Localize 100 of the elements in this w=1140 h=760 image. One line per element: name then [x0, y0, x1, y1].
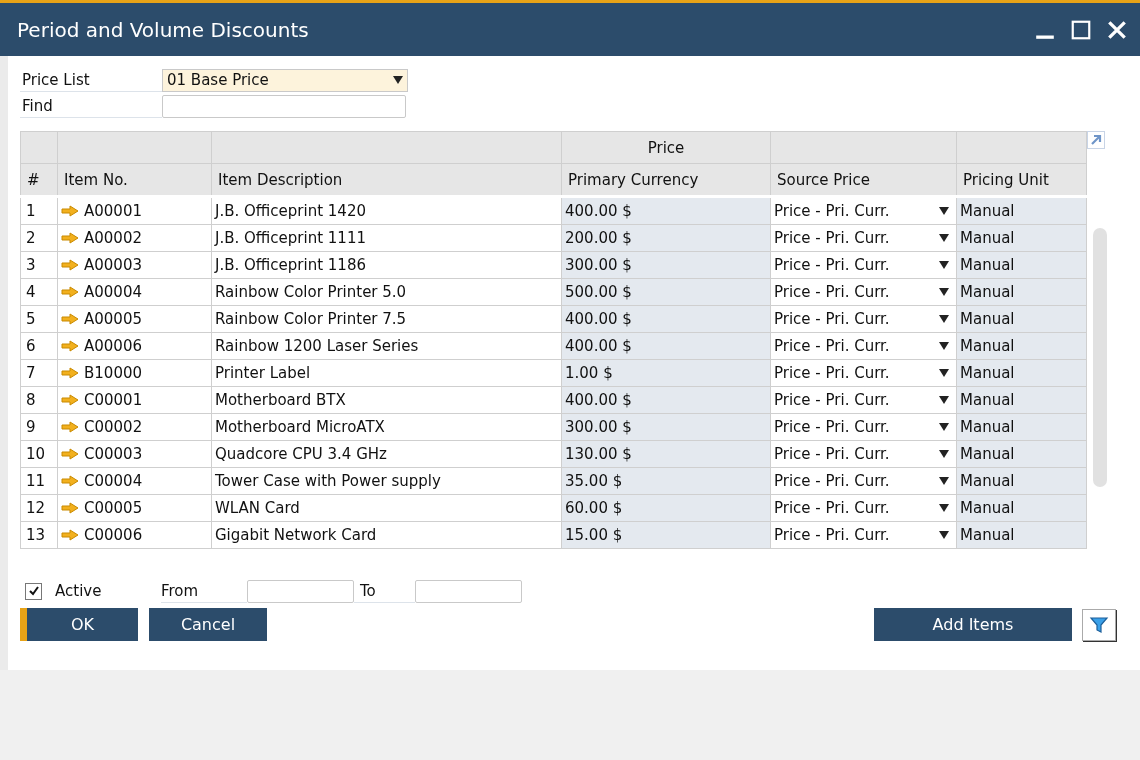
table-cell: J.B. Officeprint 1420	[211, 196, 562, 225]
arrow-icon[interactable]	[61, 340, 79, 352]
price-list-dropdown[interactable]: 01 Base Price	[162, 68, 408, 92]
table-cell: 5	[20, 305, 58, 333]
table-cell: 35.00 $	[561, 467, 771, 495]
arrow-icon[interactable]	[61, 259, 79, 271]
caret-icon	[939, 315, 949, 323]
table-cell: J.B. Officeprint 1111	[211, 224, 562, 252]
arrow-icon[interactable]	[61, 448, 79, 460]
table-cell: 500.00 $	[561, 278, 771, 306]
arrow-icon[interactable]	[61, 205, 79, 217]
table-cell: 15.00 $	[561, 521, 771, 549]
table-cell: Manual	[956, 413, 1087, 441]
table-cell: Manual	[956, 278, 1087, 306]
scrollbar[interactable]	[1093, 228, 1107, 487]
table-cell: Manual	[956, 305, 1087, 333]
table-cell: 9	[20, 413, 58, 441]
table-cell: 300.00 $	[561, 413, 771, 441]
arrow-icon[interactable]	[61, 394, 79, 406]
arrow-icon[interactable]	[61, 313, 79, 325]
column-header: Primary Currency	[568, 170, 699, 189]
to-date-field[interactable]	[415, 579, 522, 603]
caret-icon	[939, 261, 949, 269]
column-header: Source Price	[777, 170, 870, 189]
table-cell: Manual	[956, 494, 1087, 522]
arrow-icon[interactable]	[61, 421, 79, 433]
table-cell: Rainbow Color Printer 7.5	[211, 305, 562, 333]
caret-icon	[939, 234, 949, 242]
table-cell: Manual	[956, 196, 1087, 225]
column-header: Item Description	[218, 170, 343, 189]
table-cell: 200.00 $	[561, 224, 771, 252]
table-cell: A00005	[84, 310, 142, 328]
arrow-icon[interactable]	[61, 286, 79, 298]
table-cell: 400.00 $	[561, 332, 771, 360]
window-title: Period and Volume Discounts	[17, 17, 309, 42]
table-cell: A00006	[84, 337, 142, 355]
active-checkbox[interactable]	[25, 582, 42, 600]
caret-icon	[939, 342, 949, 350]
table-cell: A00003	[84, 256, 142, 274]
table-cell: 12	[20, 494, 58, 522]
table-cell: 11	[20, 467, 58, 495]
table-cell: Rainbow 1200 Laser Series	[211, 332, 562, 360]
table-cell: A00001	[84, 202, 142, 220]
caret-icon	[939, 423, 949, 431]
filter-icon	[1089, 614, 1109, 635]
table-cell: C00001	[84, 391, 143, 409]
table-cell: 400.00 $	[561, 196, 771, 225]
table-cell: Manual	[956, 332, 1087, 360]
table-cell: C00002	[84, 418, 143, 436]
table-cell: Printer Label	[211, 359, 562, 387]
ok-button[interactable]: OK	[20, 608, 138, 641]
close-icon[interactable]	[1106, 18, 1128, 41]
add-items-button[interactable]: Add Items	[874, 608, 1072, 641]
caret-icon	[393, 76, 403, 84]
table-cell: 400.00 $	[561, 305, 771, 333]
table-cell: Quadcore CPU 3.4 GHz	[211, 440, 562, 468]
column-group-header: Price	[647, 138, 685, 157]
column-header: #	[27, 170, 40, 189]
table-cell: Rainbow Color Printer 5.0	[211, 278, 562, 306]
arrow-icon[interactable]	[61, 529, 79, 541]
caret-icon	[939, 504, 949, 512]
cancel-button[interactable]: Cancel	[149, 608, 267, 641]
table-cell: A00002	[84, 229, 142, 247]
table-cell: 4	[20, 278, 58, 306]
caret-icon	[939, 288, 949, 296]
table-cell: Motherboard BTX	[211, 386, 562, 414]
caret-icon	[939, 369, 949, 377]
arrow-icon[interactable]	[61, 367, 79, 379]
find-field[interactable]	[162, 94, 406, 118]
table-cell: J.B. Officeprint 1186	[211, 251, 562, 279]
table-cell: A00004	[84, 283, 142, 301]
table-cell: C00006	[84, 526, 143, 544]
maximize-icon[interactable]	[1070, 18, 1092, 41]
table-cell: 6	[20, 332, 58, 360]
table-cell: C00005	[84, 499, 143, 517]
expand-icon[interactable]	[1087, 131, 1105, 149]
table-cell: 400.00 $	[561, 386, 771, 414]
table-cell: 8	[20, 386, 58, 414]
table-cell: Gigabit Network Card	[211, 521, 562, 549]
arrow-icon[interactable]	[61, 502, 79, 514]
table-cell: 3	[20, 251, 58, 279]
arrow-icon[interactable]	[61, 232, 79, 244]
table-cell: Motherboard MicroATX	[211, 413, 562, 441]
table-cell: Manual	[956, 359, 1087, 387]
caret-icon	[939, 207, 949, 215]
arrow-icon[interactable]	[61, 475, 79, 487]
table-cell: Tower Case with Power supply	[211, 467, 562, 495]
caret-icon	[939, 531, 949, 539]
table-cell: 1.00 $	[561, 359, 771, 387]
table-cell: Manual	[956, 467, 1087, 495]
filter-button[interactable]	[1082, 608, 1116, 641]
table-cell: B10000	[84, 364, 142, 382]
caret-icon	[939, 477, 949, 485]
table-cell: WLAN Card	[211, 494, 562, 522]
table-cell: 60.00 $	[561, 494, 771, 522]
table-cell: Manual	[956, 521, 1087, 549]
table-cell: 1	[20, 196, 58, 225]
column-header: Item No.	[64, 170, 128, 189]
column-header: Pricing Unit	[963, 170, 1049, 189]
from-date-field[interactable]	[247, 579, 354, 603]
